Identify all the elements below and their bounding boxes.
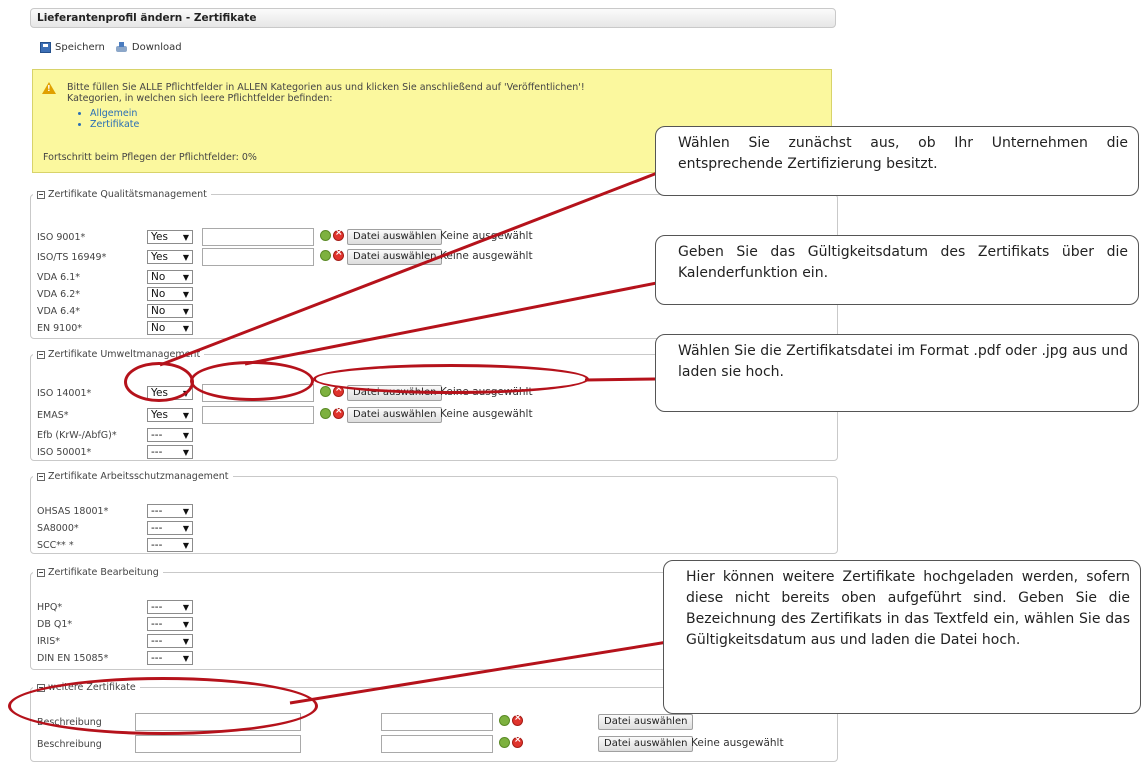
callout-other-certificates: Hier können weitere Zertifikate hochgela… — [663, 560, 1141, 714]
callout-validity-date: Geben Sie das Gültigkeitsdatum des Zerti… — [655, 235, 1139, 305]
annotation-line — [244, 278, 673, 366]
highlight-ring-other — [8, 677, 318, 735]
callout-status-select: Wählen Sie zunächst aus, ob Ihr Unterneh… — [655, 126, 1139, 196]
annotation-line — [159, 168, 666, 367]
highlight-ring-date — [190, 361, 314, 401]
highlight-ring-file — [313, 364, 589, 394]
highlight-ring-select — [124, 362, 194, 402]
callout-file-upload: Wählen Sie die Zertifikatsdatei im Forma… — [655, 334, 1139, 412]
annotation-line — [289, 638, 681, 705]
annotation-line — [584, 377, 656, 382]
